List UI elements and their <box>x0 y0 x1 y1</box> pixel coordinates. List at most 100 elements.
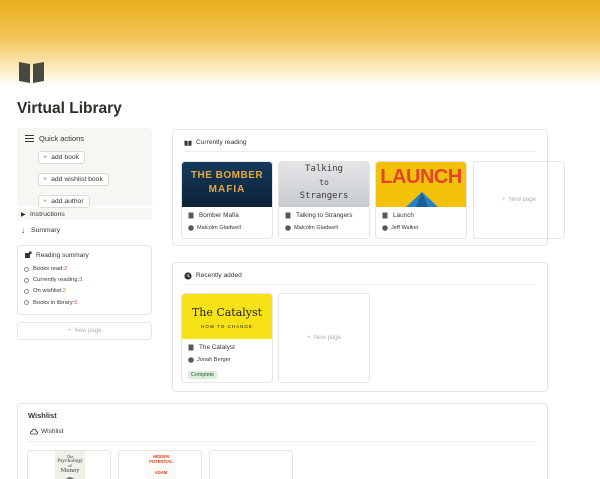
book-author: Malcolm Gladwell <box>197 225 241 231</box>
book-stack-icon <box>25 251 32 258</box>
new-page-label: New page <box>74 328 102 334</box>
recently-added-title: Recently added <box>196 272 242 279</box>
add-book-button[interactable]: + add book <box>38 151 86 164</box>
book-cover-talking-to-strangers: Talking to Strangers <box>279 162 369 207</box>
plus-icon: + <box>307 335 314 341</box>
summary-toggle[interactable]: ↓ Summary <box>17 224 152 236</box>
add-author-label: add author <box>51 198 84 205</box>
book-card-the-catalyst[interactable]: The Catalyst HOW TO CHANGE The Catalyst … <box>181 293 273 383</box>
reading-summary-header: Reading summary <box>24 251 145 259</box>
status-badge: Complete <box>188 371 218 379</box>
book-author: Jonah Berger <box>197 357 231 363</box>
add-author-button[interactable]: + add author <box>38 195 90 208</box>
summary-line-value: 5 <box>74 299 78 306</box>
new-page-button[interactable]: + New page <box>17 322 152 340</box>
instructions-toggle[interactable]: ▶ Instructions <box>17 208 152 220</box>
book-author-row: Malcolm Gladwell <box>188 225 266 231</box>
new-page-card[interactable] <box>209 450 293 479</box>
cover-text: Talking <box>305 164 343 174</box>
page-icon <box>285 212 291 219</box>
quick-actions-title: Quick actions <box>39 134 85 143</box>
new-page-card[interactable]: + New page <box>278 293 370 383</box>
cover-text: LAUNCH <box>380 166 462 188</box>
circle-icon <box>24 277 29 283</box>
book-cover-bomber-mafia: THE BOMBER MAFIA <box>182 162 272 207</box>
book-card-bomber-mafia[interactable]: THE BOMBER MAFIA Bomber Mafia Malcolm Gl… <box>181 161 273 239</box>
summary-line-label: Books read: <box>33 266 64 272</box>
plus-icon: + <box>502 197 509 203</box>
cover-graphic <box>66 477 74 479</box>
person-icon <box>285 225 291 231</box>
summary-line-label: On wishlist: <box>33 288 63 295</box>
summary-line-label: Books in library: <box>33 299 75 306</box>
currently-reading-title: Currently reading <box>196 139 247 146</box>
new-page-label: New page <box>313 335 341 341</box>
summary-label: Summary <box>31 226 61 234</box>
currently-reading-header: Currently reading <box>184 138 536 152</box>
cover-text: ADAM <box>154 470 168 475</box>
plus-icon: + <box>43 198 48 205</box>
summary-line-currently-reading: Currently reading: 3 <box>24 276 145 284</box>
book-cover-hidden-potential: HIDDEN POTENTIAL ADAM <box>146 451 176 479</box>
book-card-launch[interactable]: LAUNCH Launch Jeff Walker <box>375 161 467 239</box>
circle-icon <box>24 300 29 306</box>
circle-icon <box>24 266 29 272</box>
book-author-row: Jeff Walker <box>382 225 460 231</box>
summary-line-value: 2 <box>62 288 66 295</box>
add-book-label: add book <box>51 154 80 161</box>
book-title-row: Bomber Mafia <box>188 212 266 219</box>
book-author: Jeff Walker <box>391 225 419 231</box>
cover-text: Strangers <box>299 191 349 201</box>
book-card-talking-to-strangers[interactable]: Talking to Strangers Talking to Stranger… <box>278 161 370 239</box>
book-open-icon <box>184 140 192 146</box>
plus-icon: + <box>43 154 48 161</box>
person-icon <box>188 357 194 363</box>
wishlist-section: Wishlist Wishlist The Psychology of Mone… <box>17 403 548 479</box>
wishlist-view-tab[interactable]: Wishlist <box>30 428 63 435</box>
quick-actions-header: Quick actions <box>23 134 146 143</box>
quick-actions-callout: Quick actions + add book + add wishlist … <box>17 128 152 208</box>
wishlist-title: Wishlist <box>28 411 57 420</box>
person-icon <box>382 225 388 231</box>
page-title: Virtual Library <box>17 100 122 117</box>
cover-text: HOW TO CHANGE <box>201 324 253 329</box>
summary-line-on-wishlist: On wishlist: 2 <box>24 287 145 295</box>
summary-line-value: 3 <box>79 277 83 284</box>
cover-text: The Catalyst <box>191 306 263 319</box>
wishlist-card-psychology-of-money[interactable]: The Psychology of Money <box>27 450 111 479</box>
book-title: Talking to Strangers <box>296 212 353 219</box>
book-open-icon <box>19 62 44 83</box>
new-page-label: New page <box>508 197 536 203</box>
add-wishlist-book-label: add wishlist book <box>51 176 103 183</box>
triangle-right-icon: ▶ <box>21 211 26 218</box>
circle-icon <box>24 288 29 294</box>
cover-text: MAFIA <box>208 184 246 195</box>
book-author-row: Malcolm Gladwell <box>285 225 363 231</box>
wishlist-tab-label: Wishlist <box>41 428 64 435</box>
page-cover <box>0 0 600 86</box>
book-author-row: Jonah Berger <box>188 357 266 363</box>
book-cover-launch: LAUNCH <box>376 162 466 207</box>
clock-icon <box>184 271 192 280</box>
plus-icon: + <box>43 176 48 183</box>
new-page-card[interactable]: + New page <box>473 161 565 239</box>
arrow-down-icon: ↓ <box>21 225 25 235</box>
add-wishlist-book-button[interactable]: + add wishlist book <box>38 173 109 186</box>
book-cover-the-catalyst: The Catalyst HOW TO CHANGE <box>182 294 272 339</box>
cloud-icon <box>30 428 38 435</box>
book-cover-psychology-of-money: The Psychology of Money <box>55 451 85 479</box>
page-icon <box>382 212 388 219</box>
book-author: Malcolm Gladwell <box>294 225 338 231</box>
recently-added-header: Recently added <box>184 271 536 285</box>
divider <box>28 441 537 442</box>
summary-line-label: Currently reading: <box>33 277 80 284</box>
wishlist-card-hidden-potential[interactable]: HIDDEN POTENTIAL ADAM <box>118 450 202 479</box>
cover-text: THE BOMBER <box>190 170 264 181</box>
cover-text: POTENTIAL <box>149 459 173 464</box>
menu-icon <box>25 135 34 142</box>
summary-line-books-in-library: Books in library: 5 <box>24 299 145 307</box>
book-title: The Catalyst <box>199 344 235 351</box>
cover-graphic <box>406 192 438 207</box>
plus-icon: + <box>67 328 75 334</box>
page-icon <box>188 212 194 219</box>
